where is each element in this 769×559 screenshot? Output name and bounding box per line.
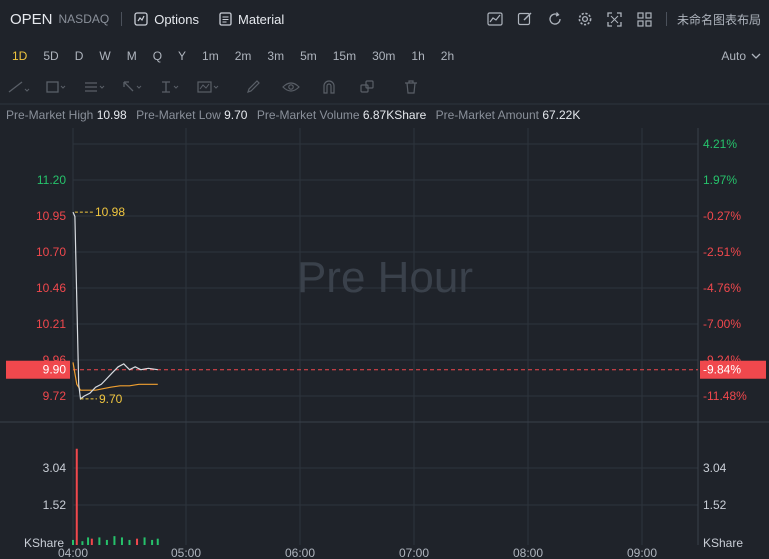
price-line bbox=[72, 211, 158, 401]
volume-bar bbox=[120, 537, 123, 545]
price-axis-label: 10.46 bbox=[36, 281, 66, 295]
time-axis-label: 08:00 bbox=[513, 546, 543, 559]
price-axis-label: 10.70 bbox=[36, 245, 66, 259]
volume-axis-label: 1.52 bbox=[43, 498, 67, 512]
time-axis-label: 06:00 bbox=[285, 546, 315, 559]
volume-bar bbox=[81, 541, 84, 545]
volume-bar bbox=[98, 537, 101, 545]
volume-bar bbox=[143, 537, 146, 545]
volume-bar bbox=[72, 539, 74, 545]
percent-axis-label: -4.76% bbox=[703, 281, 741, 295]
time-axis-label: 09:00 bbox=[627, 546, 657, 559]
percent-axis-label: -11.48% bbox=[703, 389, 747, 403]
price-axis-label: 9.72 bbox=[43, 389, 67, 403]
volume-bar bbox=[75, 448, 78, 545]
watermark-text: Pre Hour bbox=[297, 253, 473, 302]
percent-axis-label: 4.21% bbox=[703, 137, 737, 151]
price-axis-label: 11.20 bbox=[37, 173, 66, 187]
percent-axis-label: 1.97% bbox=[703, 173, 737, 187]
volume-axis-label: 3.04 bbox=[703, 461, 727, 475]
price-axis-label: 10.21 bbox=[36, 317, 66, 331]
percent-axis-label: -0.27% bbox=[703, 209, 741, 223]
volume-bar bbox=[128, 539, 131, 545]
percent-axis-label: -7.00% bbox=[703, 317, 741, 331]
volume-axis-label: 1.52 bbox=[703, 498, 727, 512]
volume-bar bbox=[90, 538, 93, 545]
time-axis-label: 05:00 bbox=[171, 546, 201, 559]
price-axis-label: 10.95 bbox=[36, 209, 66, 223]
average-price-line bbox=[72, 362, 158, 391]
volume-axis-label: 3.04 bbox=[43, 461, 67, 475]
volume-bar bbox=[151, 539, 154, 545]
current-pct-label: -9.84% bbox=[703, 363, 741, 377]
time-axis-label: 07:00 bbox=[399, 546, 429, 559]
volume-bar bbox=[136, 538, 139, 545]
percent-axis-label: -2.51% bbox=[703, 245, 741, 259]
volume-bar bbox=[156, 538, 159, 545]
time-axis-label: 04:00 bbox=[58, 546, 88, 559]
volume-bar bbox=[105, 539, 108, 545]
current-price-label: 9.90 bbox=[43, 363, 67, 377]
volume-bar bbox=[87, 537, 90, 545]
low-marker-label: 9.70 bbox=[99, 392, 123, 406]
price-chart[interactable]: Pre Hour11.2010.9510.7010.4610.219.969.7… bbox=[0, 0, 769, 559]
volume-bar bbox=[113, 536, 116, 545]
volume-axis-label: KShare bbox=[703, 536, 743, 550]
high-marker-label: 10.98 bbox=[95, 205, 125, 219]
